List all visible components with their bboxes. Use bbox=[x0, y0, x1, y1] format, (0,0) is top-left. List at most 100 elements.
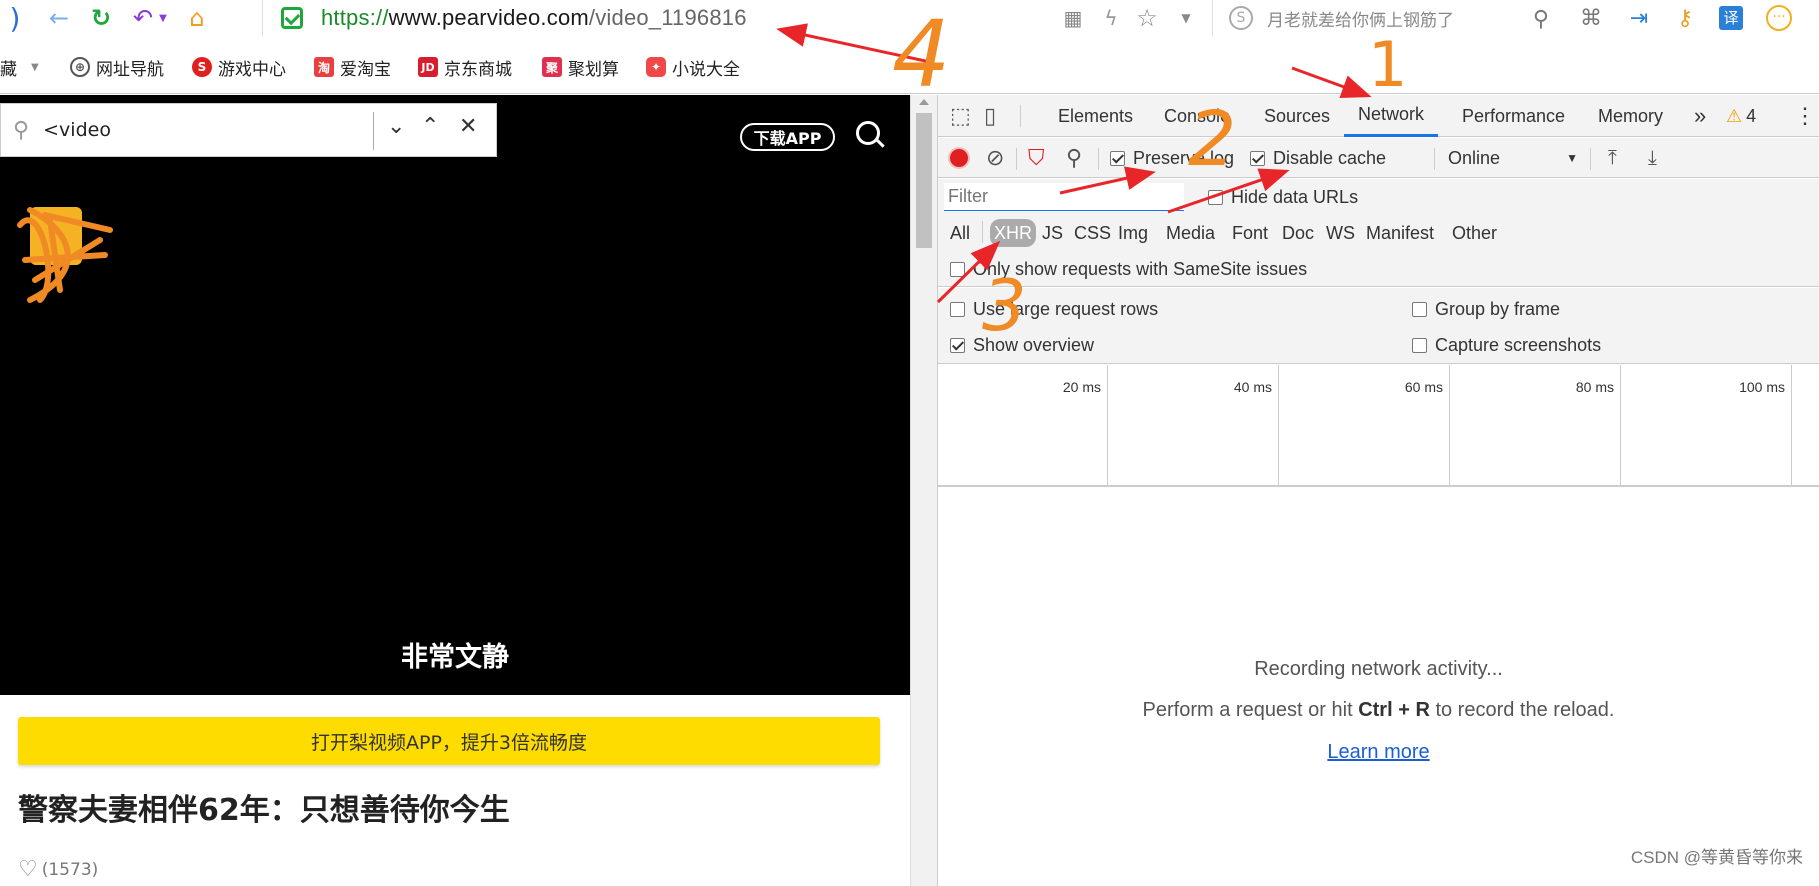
url-text[interactable]: https://www.pearvideo.com/video_1196816 bbox=[321, 5, 747, 31]
filter-icon[interactable]: ⛉ bbox=[1028, 138, 1045, 178]
heart-icon[interactable]: ♡ bbox=[18, 857, 38, 882]
home-icon[interactable]: ⌂ bbox=[182, 0, 212, 36]
tab-performance[interactable]: Performance bbox=[1462, 95, 1565, 137]
find-input[interactable]: <video bbox=[43, 119, 111, 141]
type-img[interactable]: Img bbox=[1114, 219, 1152, 247]
find-in-page-bar: ⚲ <video ⌄ ⌃ ✕ bbox=[0, 103, 497, 157]
reload-hint-prefix: Perform a request or hit bbox=[1142, 699, 1359, 721]
learn-more-link[interactable]: Learn more bbox=[938, 741, 1819, 764]
search-icon[interactable]: ⚲ bbox=[1533, 7, 1549, 32]
record-button[interactable] bbox=[950, 138, 968, 178]
tab-console[interactable]: Console bbox=[1164, 95, 1230, 137]
bookmark-label: 聚划算 bbox=[568, 59, 619, 80]
open-app-banner[interactable]: 打开梨视频APP，提升3倍流畅度 bbox=[18, 717, 880, 765]
bookmark-juhuasuan[interactable]: 聚 聚划算 bbox=[542, 40, 619, 94]
checkbox-icon bbox=[1208, 189, 1223, 205]
type-js[interactable]: JS bbox=[1038, 219, 1067, 247]
divider bbox=[1020, 105, 1021, 127]
page-scrollbar[interactable] bbox=[910, 95, 938, 886]
tab-memory[interactable]: Memory bbox=[1598, 95, 1663, 137]
inspect-element-icon[interactable]: ⬚ bbox=[950, 95, 971, 137]
timeline-column: 60 ms bbox=[1279, 365, 1450, 485]
tab-sources[interactable]: Sources bbox=[1264, 95, 1330, 137]
preserve-log-checkbox[interactable]: Preserve log bbox=[1110, 138, 1234, 178]
scroll-up-icon[interactable] bbox=[919, 99, 929, 105]
type-media[interactable]: Media bbox=[1162, 219, 1219, 247]
close-icon[interactable]: ✕ bbox=[459, 114, 477, 139]
undo-icon[interactable]: ↶ bbox=[128, 0, 158, 36]
find-next-icon[interactable]: ⌄ bbox=[387, 114, 405, 139]
large-rows-label: Use large request rows bbox=[973, 298, 1159, 319]
devtools-menu-icon[interactable]: ⋮ bbox=[1794, 95, 1816, 137]
warning-icon: ⚠ bbox=[1726, 105, 1743, 126]
like-count-text: (1573) bbox=[41, 859, 99, 880]
type-ws[interactable]: WS bbox=[1322, 219, 1359, 247]
bookmark-label: 小说大全 bbox=[672, 59, 740, 80]
tab-elements[interactable]: Elements bbox=[1058, 95, 1133, 137]
qr-code-icon[interactable]: ▦ bbox=[1060, 0, 1086, 36]
type-font[interactable]: Font bbox=[1228, 219, 1272, 247]
bookmark-novels[interactable]: ✦ 小说大全 bbox=[646, 40, 740, 94]
disable-cache-label: Disable cache bbox=[1273, 147, 1387, 168]
samesite-label: Only show requests with SameSite issues bbox=[973, 258, 1308, 279]
clear-icon[interactable]: ⊘ bbox=[986, 138, 1004, 178]
type-manifest[interactable]: Manifest bbox=[1362, 219, 1438, 247]
bookmark-nav[interactable]: ⊕ 网址导航 bbox=[70, 40, 164, 94]
bookmark-favorites[interactable]: 藏 ▼ bbox=[0, 40, 39, 94]
dropdown-icon[interactable]: ▼ bbox=[1176, 0, 1196, 36]
more-menu-icon[interactable]: ··· bbox=[1764, 0, 1794, 36]
search-icon[interactable]: ⚲ bbox=[1066, 138, 1082, 178]
search-icon[interactable] bbox=[856, 121, 880, 145]
warning-badge[interactable]: ⚠ 4 bbox=[1726, 95, 1756, 137]
search-box[interactable]: S 月老就差给你俩上钢筋了 ⚲ bbox=[1212, 0, 1557, 36]
command-icon[interactable]: ⌘ bbox=[1576, 0, 1606, 36]
bookmark-jd[interactable]: JD 京东商城 bbox=[418, 40, 512, 94]
star-icon[interactable]: ☆ bbox=[1134, 0, 1160, 36]
timeline-column: 20 ms bbox=[938, 365, 1108, 485]
record-icon bbox=[950, 149, 968, 167]
type-other[interactable]: Other bbox=[1448, 219, 1501, 247]
find-prev-icon[interactable]: ⌃ bbox=[421, 114, 439, 139]
timeline-label: 40 ms bbox=[1233, 379, 1272, 395]
capture-screenshots-checkbox[interactable]: Capture screenshots bbox=[1412, 328, 1601, 362]
export-har-icon[interactable]: ⤓ bbox=[1648, 138, 1657, 178]
type-all[interactable]: All bbox=[946, 219, 974, 247]
reload-icon[interactable]: ↻ bbox=[86, 0, 116, 36]
timeline-label: 60 ms bbox=[1404, 379, 1443, 395]
chevron-down-icon: ▼ bbox=[31, 61, 39, 73]
group-by-frame-checkbox[interactable]: Group by frame bbox=[1412, 292, 1560, 326]
device-toolbar-icon[interactable]: ▯ bbox=[984, 95, 996, 137]
video-player[interactable]: ⚲ <video ⌄ ⌃ ✕ 下载APP 非常文静 bbox=[0, 95, 910, 695]
download-app-button[interactable]: 下载APP bbox=[740, 123, 835, 151]
large-rows-checkbox[interactable]: Use large request rows bbox=[950, 292, 1158, 326]
translate-icon[interactable]: 译 bbox=[1716, 0, 1746, 36]
key-icon[interactable]: ⚷ bbox=[1670, 0, 1700, 36]
type-xhr[interactable]: XHR bbox=[990, 219, 1037, 247]
hide-data-urls-checkbox[interactable]: Hide data URLs bbox=[1208, 177, 1358, 217]
undo-dropdown-icon[interactable]: ▼ bbox=[156, 0, 170, 36]
throttling-select[interactable]: Online ▼ bbox=[1448, 138, 1578, 178]
type-css[interactable]: CSS bbox=[1070, 219, 1115, 247]
back-icon[interactable]: ← bbox=[44, 0, 74, 36]
divider bbox=[982, 221, 983, 243]
disable-cache-checkbox[interactable]: Disable cache bbox=[1250, 138, 1386, 178]
url-scheme: https:// bbox=[321, 5, 389, 30]
scrollbar-thumb[interactable] bbox=[916, 113, 932, 248]
bookmark-taobao[interactable]: 淘 爱淘宝 bbox=[314, 40, 391, 94]
url-host: www.pearvideo.com bbox=[388, 5, 589, 30]
like-count[interactable]: ♡ (1573) bbox=[18, 857, 98, 882]
login-icon[interactable]: ⇥ bbox=[1624, 0, 1654, 36]
network-overview-timeline[interactable]: 20 ms 40 ms 60 ms 80 ms 100 ms bbox=[938, 365, 1819, 487]
bookmark-games[interactable]: S 游戏中心 bbox=[192, 40, 286, 94]
import-har-icon[interactable]: ⤒ bbox=[1608, 138, 1617, 178]
samesite-checkbox[interactable]: Only show requests with SameSite issues bbox=[950, 249, 1307, 289]
show-overview-checkbox[interactable]: Show overview bbox=[950, 328, 1094, 362]
filter-input[interactable] bbox=[944, 183, 1184, 211]
samesite-row: Only show requests with SameSite issues bbox=[938, 251, 1819, 287]
lightning-icon[interactable]: ϟ bbox=[1098, 0, 1124, 36]
tab-network[interactable]: Network bbox=[1344, 95, 1439, 137]
bookmark-label: 游戏中心 bbox=[218, 59, 286, 80]
csdn-watermark: CSDN @等黄昏等你来 bbox=[1630, 848, 1803, 867]
more-tabs-icon[interactable]: » bbox=[1694, 95, 1706, 137]
type-doc[interactable]: Doc bbox=[1278, 219, 1318, 247]
